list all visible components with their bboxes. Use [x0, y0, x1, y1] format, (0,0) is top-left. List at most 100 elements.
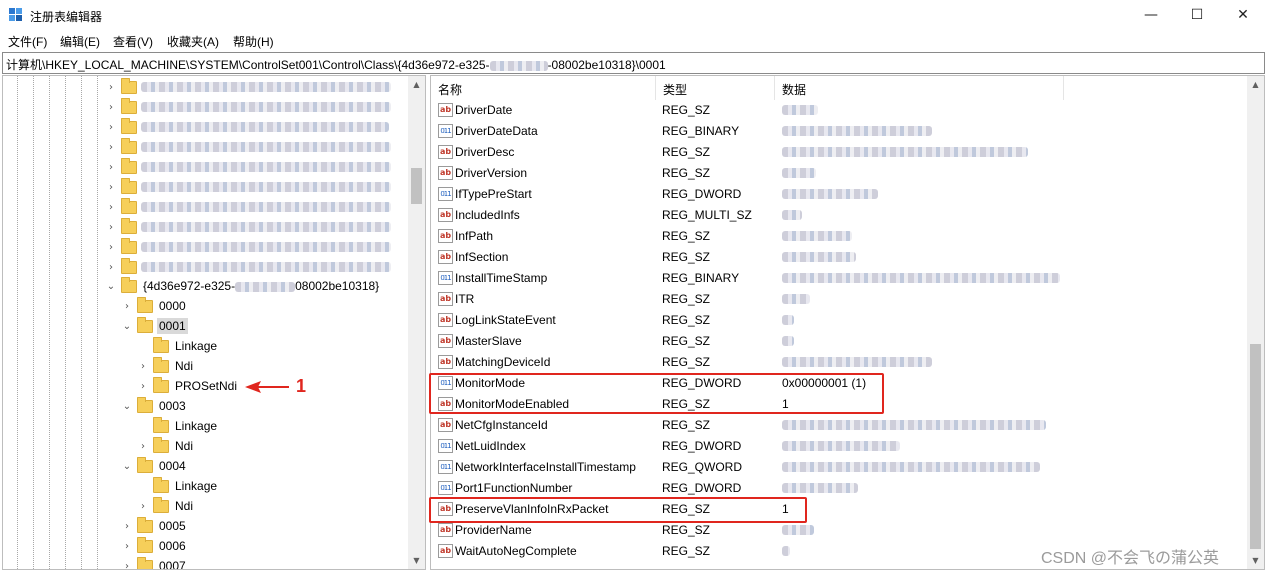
tree-node-linkage[interactable]: Linkage	[137, 336, 219, 356]
string-value-icon: ab	[438, 523, 453, 537]
tree-label: Ndi	[175, 439, 194, 453]
tree-node[interactable]: ›	[105, 237, 391, 257]
tree-guide-line	[65, 76, 66, 569]
scroll-down-icon[interactable]: ▼	[408, 552, 425, 569]
tree-node-0007[interactable]: › 0007	[121, 556, 188, 570]
tree-node-linkage[interactable]: Linkage	[137, 476, 219, 496]
chevron-right-icon[interactable]: ›	[105, 77, 117, 97]
value-name: NetworkInterfaceInstallTimestamp	[455, 460, 636, 474]
string-value-icon: ab	[438, 166, 453, 180]
value-row[interactable]: 011 InstallTimeStamp REG_BINARY	[431, 268, 1246, 289]
values-scrollbar[interactable]: ▲ ▼	[1247, 76, 1264, 569]
chevron-right-icon[interactable]: ›	[121, 516, 133, 536]
menu-help[interactable]: 帮助(H)	[233, 33, 274, 50]
values-list-pane[interactable]: 名称 类型 数据 ab DriverDate REG_SZ 011 DriverDate…	[430, 75, 1265, 570]
tree-label: Linkage	[175, 419, 218, 433]
menu-edit[interactable]: 编辑(E)	[60, 33, 100, 50]
tree-node-0004[interactable]: ⌄ 0004	[121, 456, 188, 476]
tree-node-linkage[interactable]: Linkage	[137, 416, 219, 436]
chevron-right-icon[interactable]: ›	[105, 217, 117, 237]
value-row[interactable]: ab MasterSlave REG_SZ	[431, 331, 1246, 352]
scroll-down-icon[interactable]: ▼	[1247, 552, 1264, 569]
tree-node[interactable]: ›	[105, 97, 391, 117]
scrollbar-thumb[interactable]	[411, 168, 422, 204]
tree-node-0006[interactable]: › 0006	[121, 536, 188, 556]
value-row[interactable]: 011 NetworkInterfaceInstallTimestamp REG_Q…	[431, 457, 1246, 478]
scroll-up-icon[interactable]: ▲	[408, 76, 425, 93]
menu-file[interactable]: 文件(F)	[8, 33, 47, 50]
chevron-right-icon[interactable]: ›	[105, 237, 117, 257]
chevron-right-icon[interactable]: ›	[121, 536, 133, 556]
value-row[interactable]: 011 DriverDateData REG_BINARY	[431, 121, 1246, 142]
value-row[interactable]: ab InfSection REG_SZ	[431, 247, 1246, 268]
menu-view[interactable]: 查看(V)	[113, 33, 153, 50]
tree-node-0005[interactable]: › 0005	[121, 516, 188, 536]
value-row[interactable]: ab ProviderName REG_SZ	[431, 520, 1246, 541]
tree-node-ndi[interactable]: › Ndi	[137, 496, 195, 516]
tree-node-0001[interactable]: ⌄ 0001	[121, 316, 188, 336]
value-row[interactable]: 011 Port1FunctionNumber REG_DWORD	[431, 478, 1246, 499]
chevron-down-icon[interactable]: ⌄	[121, 456, 133, 476]
tree-node[interactable]: ›	[105, 177, 391, 197]
value-row[interactable]: ab IncludedInfs REG_MULTI_SZ	[431, 205, 1246, 226]
value-row[interactable]: ab LogLinkStateEvent REG_SZ	[431, 310, 1246, 331]
folder-icon	[121, 197, 137, 214]
tree-node[interactable]: ›	[105, 257, 391, 277]
value-row[interactable]: 011 NetLuidIndex REG_DWORD	[431, 436, 1246, 457]
scroll-up-icon[interactable]: ▲	[1247, 76, 1264, 93]
tree-node[interactable]: ›	[105, 217, 391, 237]
chevron-right-icon[interactable]: ›	[121, 556, 133, 570]
chevron-right-icon[interactable]: ›	[137, 356, 149, 376]
tree-node[interactable]: ›	[105, 197, 391, 217]
scrollbar-thumb[interactable]	[1250, 344, 1261, 549]
tree-node-ndi[interactable]: › Ndi	[137, 436, 195, 456]
close-button[interactable]: ✕	[1220, 0, 1266, 30]
value-row[interactable]: ab ITR REG_SZ	[431, 289, 1246, 310]
column-header-type[interactable]: 类型	[656, 76, 775, 100]
tree-node-0000[interactable]: › 0000	[121, 296, 188, 316]
chevron-down-icon[interactable]: ⌄	[121, 316, 133, 336]
chevron-right-icon[interactable]: ›	[105, 257, 117, 277]
address-bar[interactable]: 计算机\HKEY_LOCAL_MACHINE\SYSTEM\ControlSet…	[2, 52, 1265, 74]
tree-node[interactable]: ›	[105, 157, 391, 177]
key-tree-pane[interactable]: › › › › › › › › › › ⌄ {4d36e972-e325- 080…	[2, 75, 426, 570]
tree-node-network-class[interactable]: ⌄ {4d36e972-e325- 08002be10318}	[105, 276, 381, 296]
value-row[interactable]: ab DriverDate REG_SZ	[431, 100, 1246, 121]
chevron-right-icon[interactable]: ›	[105, 137, 117, 157]
chevron-down-icon[interactable]: ⌄	[121, 396, 133, 416]
maximize-button[interactable]: ☐	[1174, 0, 1220, 30]
chevron-right-icon[interactable]: ›	[137, 436, 149, 456]
tree-node-prosetndi[interactable]: › PROSetNdi	[137, 376, 239, 396]
value-type: REG_QWORD	[662, 460, 743, 474]
tree-node-0003[interactable]: ⌄ 0003	[121, 396, 188, 416]
value-row[interactable]: ab DriverDesc REG_SZ	[431, 142, 1246, 163]
value-row[interactable]: 011 IfTypePreStart REG_DWORD	[431, 184, 1246, 205]
value-row[interactable]: ab InfPath REG_SZ	[431, 226, 1246, 247]
tree-scrollbar[interactable]: ▲ ▼	[408, 76, 425, 569]
tree-node-ndi[interactable]: › Ndi	[137, 356, 195, 376]
chevron-right-icon[interactable]: ›	[137, 496, 149, 516]
chevron-right-icon[interactable]: ›	[121, 296, 133, 316]
column-header-name[interactable]: 名称	[431, 76, 656, 100]
chevron-right-icon[interactable]: ›	[137, 376, 149, 396]
value-row[interactable]: ab MatchingDeviceId REG_SZ	[431, 352, 1246, 373]
chevron-right-icon[interactable]: ›	[105, 157, 117, 177]
tree-node[interactable]: ›	[105, 117, 389, 137]
value-type: REG_SZ	[662, 544, 711, 558]
chevron-right-icon[interactable]: ›	[105, 197, 117, 217]
chevron-right-icon[interactable]: ›	[105, 117, 117, 137]
chevron-right-icon[interactable]: ›	[105, 97, 117, 117]
minimize-button[interactable]: —	[1128, 0, 1174, 30]
value-row[interactable]: ab DriverVersion REG_SZ	[431, 163, 1246, 184]
tree-node[interactable]: ›	[105, 77, 391, 97]
chevron-right-icon[interactable]: ›	[105, 177, 117, 197]
column-header-data[interactable]: 数据	[775, 76, 1064, 100]
folder-icon	[121, 157, 137, 174]
folder-icon	[121, 97, 137, 114]
tree-node[interactable]: ›	[105, 137, 391, 157]
redacted-text	[782, 189, 878, 199]
value-type: REG_SZ	[662, 523, 711, 537]
value-row[interactable]: ab NetCfgInstanceId REG_SZ	[431, 415, 1246, 436]
chevron-down-icon[interactable]: ⌄	[105, 276, 117, 296]
menu-favorites[interactable]: 收藏夹(A)	[167, 33, 219, 50]
